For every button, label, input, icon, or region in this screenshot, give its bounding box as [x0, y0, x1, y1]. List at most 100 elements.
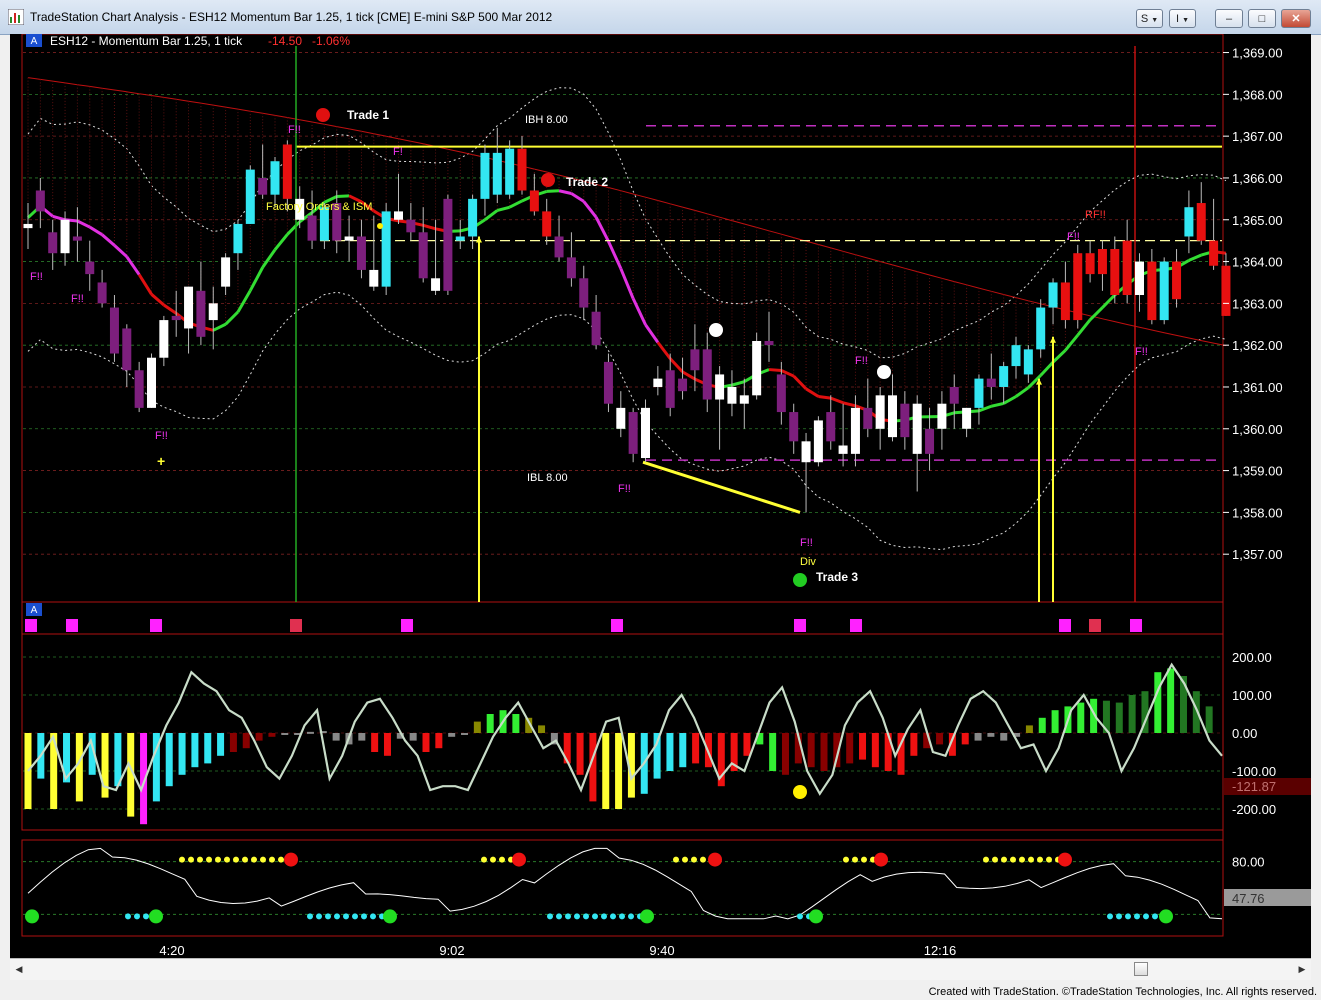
bar-body — [171, 315, 181, 321]
fast-average-segment — [594, 216, 610, 243]
tradestation-app-icon — [8, 9, 24, 25]
scroll-thumb[interactable] — [1134, 962, 1148, 976]
fast-average-segment — [631, 297, 647, 326]
dropdown-arrow-icon: ▼ — [1182, 17, 1190, 24]
fade-signal-label: F!! — [288, 124, 301, 136]
trade3-label: Trade 3 — [816, 570, 858, 584]
bar-body — [813, 420, 823, 463]
histogram-bar — [1025, 725, 1033, 733]
histogram-bar — [217, 733, 225, 756]
bar-body — [159, 320, 169, 358]
exit-dot-icon — [709, 323, 723, 337]
fast-average-segment — [607, 240, 623, 270]
overbought-dot — [179, 856, 185, 863]
fast-average-segment — [261, 248, 277, 269]
fast-average-segment — [818, 395, 831, 400]
bar-body — [1184, 207, 1194, 237]
bar-body — [678, 378, 688, 392]
oversold-dot — [1143, 913, 1149, 920]
overbought-dot — [1046, 856, 1052, 863]
osc-axis-label: -200.00 — [1232, 802, 1276, 817]
bar-body — [60, 219, 70, 254]
histogram-bar — [692, 733, 700, 764]
price-label: 1,357.00 — [1232, 547, 1283, 562]
histogram-bar — [486, 714, 494, 733]
bar-body — [109, 307, 119, 354]
time-scrollbar[interactable]: ◀ ▶ — [10, 958, 1311, 980]
bar-body — [1172, 261, 1182, 300]
bar-body — [591, 311, 601, 346]
scroll-right-icon[interactable]: ▶ — [1295, 961, 1309, 977]
bar-body — [258, 177, 268, 195]
buy-dot-icon — [25, 909, 39, 924]
overbought-dot — [983, 856, 989, 863]
oversold-dot — [1125, 913, 1131, 920]
bar-body — [1221, 265, 1231, 316]
oversold-dot — [592, 913, 598, 920]
overbought-dot — [861, 856, 867, 863]
histogram-bar — [1051, 710, 1059, 733]
symbol-label: ESH12 - Momentum Bar 1.25, 1 tick — [50, 34, 243, 48]
overbought-dot — [269, 856, 275, 863]
price-label: 1,364.00 — [1232, 255, 1283, 270]
bar-body — [431, 278, 441, 291]
bar-body — [505, 148, 515, 195]
bar-body — [48, 232, 58, 254]
fast-average-segment — [286, 220, 301, 236]
news-event-label: Factory Orders & ISM — [266, 201, 372, 213]
trade3-marker-icon — [793, 573, 807, 587]
close-button[interactable]: ✕ — [1281, 9, 1311, 28]
fast-average-segment — [422, 223, 436, 231]
oversold-dot — [1152, 913, 1158, 920]
window-titlebar: TradeStation Chart Analysis - ESH12 Mome… — [0, 0, 1321, 35]
overbought-dot — [1028, 856, 1034, 863]
overbought-dot — [843, 856, 849, 863]
overbought-dot — [1037, 856, 1043, 863]
bar-body — [776, 374, 786, 413]
bar-body — [764, 340, 774, 346]
histogram-bar — [576, 733, 584, 775]
bar-body — [245, 169, 255, 224]
fast-average-segment — [990, 402, 1004, 408]
key-levels — [295, 46, 1222, 602]
oversold-dot — [143, 913, 149, 920]
histogram-bar — [974, 733, 982, 741]
oversold-dot — [316, 913, 322, 920]
overbought-dot — [1019, 856, 1025, 863]
divergence-line — [642, 460, 801, 514]
oversold-dot — [583, 913, 589, 920]
styles-menu-button[interactable]: S ▼ — [1136, 9, 1163, 28]
stochastic-panel: 80.00 — [23, 847, 1265, 924]
bar-body — [641, 407, 650, 459]
overbought-dot — [490, 856, 496, 863]
fast-average-segment — [731, 380, 745, 387]
bar-body — [233, 223, 243, 254]
minimize-button[interactable]: – — [1215, 9, 1243, 28]
price-label: 1,358.00 — [1232, 505, 1283, 520]
bar-body — [529, 190, 539, 212]
fast-average-segment — [125, 255, 141, 276]
histogram-bar — [306, 731, 314, 734]
signal-markers — [25, 603, 1142, 632]
bar-body — [925, 428, 935, 454]
insert-menu-button[interactable]: I ▼ — [1169, 9, 1196, 28]
chart-canvas[interactable]: F!! F!! F!! F!! F! F!! F!! F!! F!! RF!! F!! + 1,369… — [10, 34, 1311, 958]
histogram-bar — [859, 733, 867, 760]
oversold-dot — [610, 913, 616, 920]
overbought-dot — [992, 856, 998, 863]
bar-body — [653, 378, 663, 387]
fade-signal-label: F!! — [618, 483, 631, 495]
fade-signal-label: F!! — [30, 271, 43, 283]
entry-arrow-head — [1050, 336, 1056, 343]
bar-body — [579, 278, 589, 308]
histogram-bar — [448, 733, 456, 737]
osc-axis-label: 200.00 — [1232, 650, 1272, 665]
fast-average-segment — [570, 192, 585, 203]
bar-body — [97, 282, 107, 304]
fast-average-segment — [842, 401, 856, 408]
scroll-left-icon[interactable]: ◀ — [12, 961, 26, 977]
maximize-button[interactable]: □ — [1248, 9, 1276, 28]
bar-body — [492, 152, 502, 195]
histogram-bar — [1038, 717, 1046, 733]
chart-area[interactable]: F!! F!! F!! F!! F! F!! F!! F!! F!! RF!! F!! + 1,369… — [10, 34, 1311, 958]
